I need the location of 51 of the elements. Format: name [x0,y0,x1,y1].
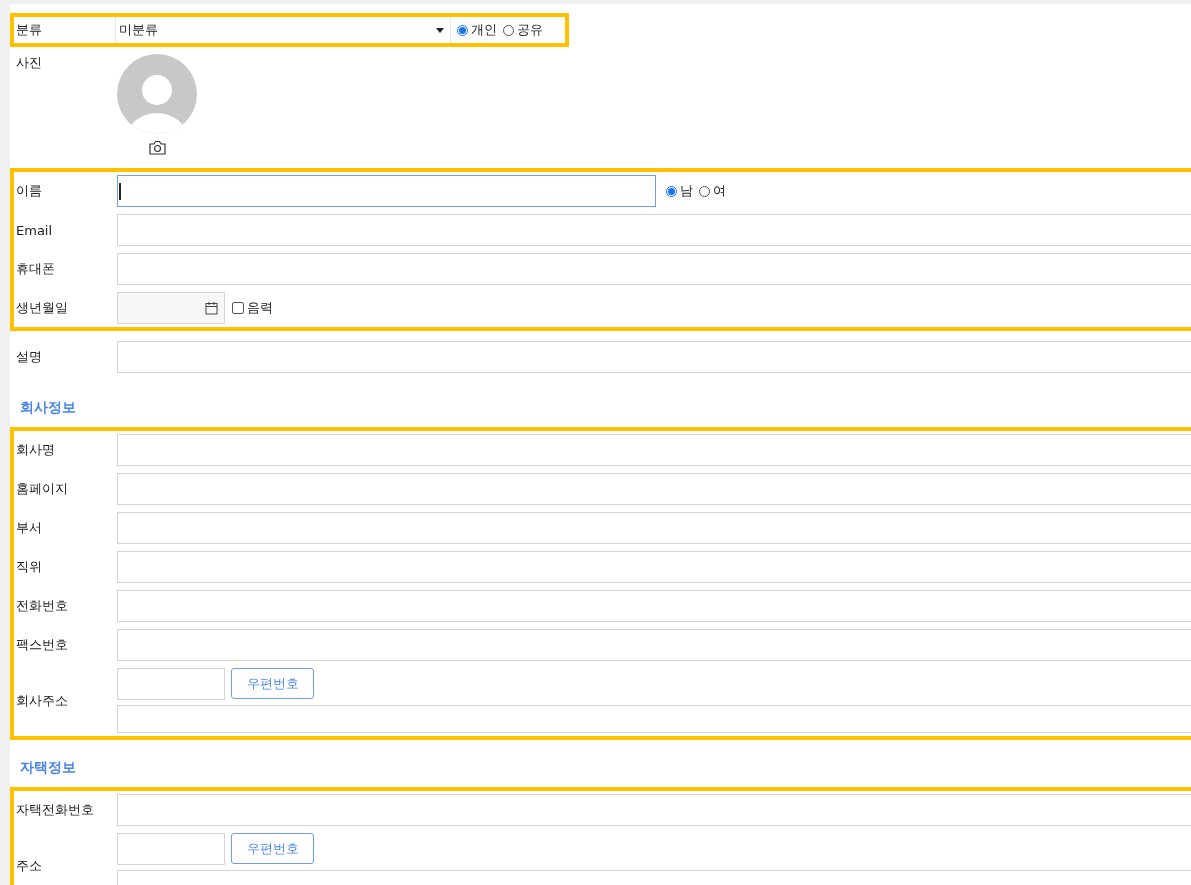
field-label: 사진 [15,54,43,72]
input-field[interactable] [117,794,1191,826]
input-field[interactable] [117,512,1191,544]
input-field[interactable] [117,341,1191,373]
input-field[interactable] [117,214,1191,246]
radio-option[interactable]: 공유 [503,21,543,39]
input-field[interactable] [117,473,1191,505]
zip-code-field[interactable] [117,668,225,700]
address-field[interactable] [117,705,1191,733]
field-label: 전화번호 [15,597,69,615]
field-label: 부서 [15,519,43,537]
radio-label: 여 [713,182,726,200]
field-label: 휴대폰 [15,260,56,278]
input-field[interactable] [117,253,1191,285]
checkbox-label: 음력 [247,299,273,317]
radio-label: 공유 [517,21,543,39]
radio-option[interactable]: 여 [699,182,726,200]
field-label: 회사주소 [15,691,69,710]
section-title: 자택정보 [19,758,77,777]
field-label: Email [15,222,54,238]
radio-option[interactable]: 개인 [457,21,497,39]
field-label: 생년월일 [15,299,69,317]
input-field[interactable] [117,551,1191,583]
field-label: 팩스번호 [15,636,69,654]
lunar-checkbox-option[interactable]: 음력 [232,299,273,317]
calendar-icon[interactable] [205,301,218,315]
input-field[interactable] [117,590,1191,622]
field-label: 홈페이지 [15,480,69,498]
input-field[interactable] [117,175,656,207]
postcode-button[interactable]: 우편번호 [231,668,314,699]
field-label: 이름 [15,182,43,200]
date-field[interactable] [117,292,225,324]
checkbox[interactable] [232,302,244,314]
radio-label: 개인 [471,21,497,39]
camera-icon[interactable] [148,140,166,155]
radio-label: 남 [680,182,693,200]
postcode-button[interactable]: 우편번호 [231,833,314,864]
input-field[interactable] [117,434,1191,466]
text-cursor [119,183,121,200]
category-dropdown[interactable]: 미분류 [116,17,451,43]
input-field[interactable] [117,629,1191,661]
field-label: 주소 [15,856,43,875]
radio-option[interactable]: 남 [666,182,693,200]
zip-code-field[interactable] [117,833,225,865]
field-label: 설명 [15,348,43,366]
field-label: 분류 [14,17,116,43]
section-title: 회사정보 [19,398,77,417]
caret-icon [436,27,444,33]
field-label: 회사명 [15,441,56,459]
field-label: 직위 [15,558,43,576]
field-label: 자택전화번호 [15,801,95,819]
